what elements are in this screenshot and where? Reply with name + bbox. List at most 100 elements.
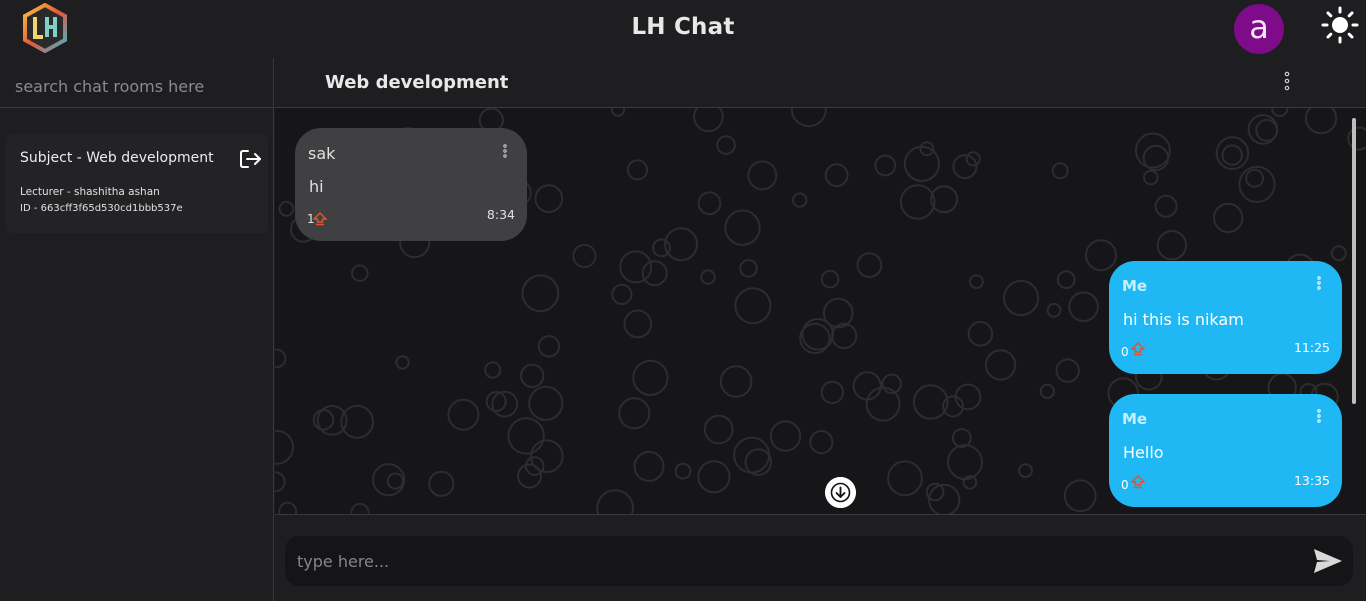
- background-bubble: [1143, 169, 1159, 186]
- background-bubble: [1063, 479, 1097, 513]
- message-bubble: Me Hello 0 13:35: [1109, 394, 1342, 507]
- background-bubble: [1056, 270, 1076, 290]
- message-bubble: sak hi 1 8:34: [295, 128, 527, 241]
- room-list-item[interactable]: Subject - Web development Lecturer - sha…: [6, 134, 268, 233]
- background-bubble: [809, 430, 834, 455]
- message-sender: sak: [308, 144, 336, 163]
- background-bubble: [626, 159, 649, 181]
- message-text: Hello: [1123, 443, 1164, 462]
- arrow-down-icon[interactable]: [825, 477, 856, 508]
- vertical-dots-icon[interactable]: [1281, 70, 1293, 92]
- background-bubble: [954, 383, 982, 411]
- user-avatar[interactable]: a: [1234, 4, 1284, 54]
- background-bubble: [520, 363, 545, 388]
- background-bubble: [1213, 202, 1244, 234]
- background-bubble: [769, 420, 802, 452]
- background-bubble: [312, 409, 335, 431]
- background-bubble: [969, 274, 984, 290]
- background-bubble: [1068, 291, 1099, 322]
- message-input[interactable]: [297, 544, 1297, 578]
- background-bubble: [1046, 302, 1062, 318]
- background-bubble: [278, 501, 298, 514]
- background-bubble: [1347, 126, 1366, 151]
- background-bubble: [967, 321, 994, 347]
- background-bubble: [351, 264, 369, 282]
- sidebar: Subject - Web development Lecturer - sha…: [0, 58, 274, 601]
- message-menu-icon[interactable]: [1315, 408, 1323, 424]
- background-bubble: [633, 450, 665, 482]
- sun-icon[interactable]: [1320, 6, 1360, 46]
- background-bubble: [275, 471, 286, 493]
- leave-icon[interactable]: [239, 148, 263, 170]
- background-bubble: [693, 108, 724, 133]
- message-composer: [275, 514, 1366, 601]
- background-bubble: [719, 365, 753, 398]
- background-bubble: [395, 355, 410, 370]
- background-bubble: [947, 444, 983, 481]
- background-bubble: [1305, 108, 1338, 135]
- message-menu-icon[interactable]: [1315, 275, 1323, 291]
- background-bubble: [507, 417, 545, 455]
- message-text: hi: [309, 177, 324, 196]
- background-bubble: [856, 252, 883, 279]
- background-bubble: [824, 163, 849, 188]
- background-bubble: [641, 260, 668, 287]
- background-bubble: [632, 359, 669, 396]
- background-bubble: [984, 349, 1017, 381]
- message-list[interactable]: sak hi 1 8:34 Me hi this is nikam 0 11:2…: [275, 108, 1366, 514]
- message-time: 8:34: [486, 207, 515, 222]
- background-bubble: [852, 371, 882, 401]
- upvote-icon[interactable]: [1131, 342, 1145, 356]
- background-bubble: [724, 209, 761, 246]
- background-bubble: [951, 428, 972, 448]
- background-bubble: [1039, 383, 1055, 399]
- chat-header: Web development: [275, 58, 1366, 108]
- background-bubble: [618, 397, 651, 430]
- background-bubble: [820, 269, 840, 289]
- background-bubble: [528, 385, 564, 421]
- background-bubble: [703, 414, 734, 445]
- background-bubble: [874, 154, 897, 177]
- message-sender: Me: [1122, 277, 1148, 295]
- background-bubble: [428, 470, 455, 497]
- background-bubble: [697, 191, 722, 216]
- background-bubble: [447, 398, 480, 431]
- background-bubble: [1330, 245, 1347, 262]
- message-scrollbar[interactable]: [1352, 118, 1356, 404]
- background-bubble: [484, 361, 502, 379]
- background-bubble: [1018, 463, 1033, 479]
- background-bubble: [1051, 162, 1069, 180]
- background-bubble: [623, 309, 653, 339]
- room-subject: Subject - Web development: [20, 150, 214, 166]
- background-bubble: [899, 184, 936, 220]
- background-bubble: [1156, 230, 1188, 261]
- background-bubble: [734, 287, 772, 325]
- background-bubble: [278, 200, 295, 217]
- message-menu-icon[interactable]: [501, 143, 509, 159]
- background-bubble: [652, 238, 671, 258]
- background-bubble: [887, 460, 923, 497]
- background-bubble: [697, 460, 731, 494]
- background-bubble: [1271, 108, 1289, 118]
- message-bubble: Me hi this is nikam 0 11:25: [1109, 261, 1342, 374]
- top-bar: LH Chat a: [0, 0, 1366, 58]
- background-bubble: [1003, 279, 1040, 317]
- room-search-input[interactable]: [0, 70, 270, 102]
- background-bubble: [537, 335, 561, 358]
- upvote-icon[interactable]: [313, 212, 327, 226]
- send-icon[interactable]: [1311, 545, 1345, 577]
- background-bubble: [792, 192, 808, 208]
- background-bubble: [739, 259, 758, 278]
- background-bubble: [716, 135, 736, 155]
- message-text: hi this is nikam: [1123, 310, 1244, 329]
- background-bubble: [529, 439, 564, 474]
- message-time: 13:35: [1293, 473, 1330, 488]
- upvote-icon[interactable]: [1131, 475, 1145, 489]
- background-bubble: [1245, 168, 1265, 188]
- background-bubble: [611, 283, 633, 305]
- background-bubble: [275, 429, 295, 465]
- background-bubble: [820, 380, 844, 405]
- app-title: LH Chat: [631, 14, 735, 40]
- background-bubble: [831, 322, 858, 350]
- vote-count: 0: [1121, 478, 1129, 492]
